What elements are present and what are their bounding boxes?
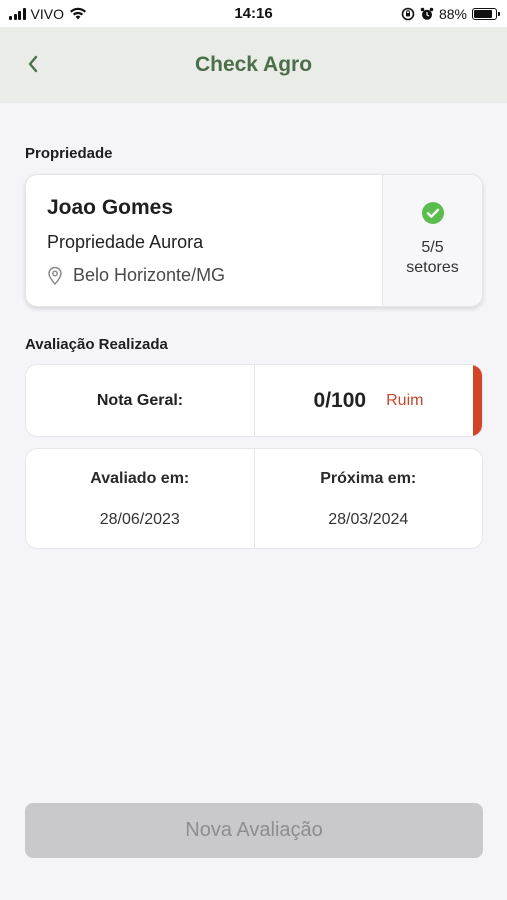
property-section-label: Propriedade bbox=[25, 145, 113, 162]
evaluated-date: 28/06/2023 bbox=[99, 511, 180, 528]
property-location: Belo Horizonte/MG bbox=[47, 265, 382, 286]
next-date-column: Próxima em: 28/03/2024 bbox=[253, 449, 483, 548]
sectors-summary: 5/5 setores bbox=[382, 175, 482, 306]
score-rating: Ruim bbox=[386, 391, 424, 409]
status-bar-right: 88% bbox=[401, 5, 500, 22]
location-text: Belo Horizonte/MG bbox=[73, 265, 226, 285]
battery-level bbox=[474, 9, 493, 18]
next-label: Próxima em: bbox=[320, 470, 417, 487]
sectors-label: setores bbox=[406, 259, 459, 276]
check-circle-icon bbox=[421, 202, 444, 224]
signal-icon bbox=[9, 7, 26, 20]
evaluated-date-column: Avaliado em: 28/06/2023 bbox=[26, 449, 254, 548]
status-bar-left: VIVO bbox=[9, 6, 87, 22]
status-bar: VIVO 14:16 88% bbox=[0, 0, 507, 27]
alarm-icon bbox=[420, 7, 434, 20]
chevron-left-icon bbox=[28, 55, 38, 73]
property-card[interactable]: Joao Gomes Propriedade Aurora Belo Horiz… bbox=[25, 174, 483, 307]
property-name: Propriedade Aurora bbox=[47, 232, 204, 252]
app-header: Check Agro bbox=[0, 27, 507, 103]
score-card: Nota Geral: 0/100 Ruim bbox=[25, 364, 483, 437]
carrier-name: VIVO bbox=[30, 5, 64, 22]
map-pin-icon bbox=[47, 266, 63, 285]
lock-rotation-icon bbox=[401, 7, 415, 20]
evaluation-section-label: Avaliação Realizada bbox=[25, 336, 168, 353]
page-title: Check Agro bbox=[194, 53, 313, 76]
sectors-count: 5/5 bbox=[421, 239, 444, 256]
back-button[interactable] bbox=[18, 49, 48, 79]
dates-card: Avaliado em: 28/06/2023 Próxima em: 28/0… bbox=[25, 448, 483, 549]
property-owner: Joao Gomes bbox=[47, 196, 174, 219]
score-value: 0/100 bbox=[313, 388, 367, 412]
score-result: 0/100 Ruim bbox=[255, 365, 482, 436]
score-label: Nota Geral: bbox=[26, 365, 255, 436]
property-info: Joao Gomes Propriedade Aurora Belo Horiz… bbox=[26, 175, 382, 306]
wifi-icon bbox=[69, 7, 86, 20]
battery-icon bbox=[472, 7, 500, 20]
evaluated-label: Avaliado em: bbox=[90, 470, 190, 487]
new-evaluation-button[interactable]: Nova Avaliação bbox=[25, 803, 483, 858]
battery-percent: 88% bbox=[438, 5, 467, 22]
rating-indicator-bar bbox=[473, 365, 482, 436]
next-date: 28/03/2024 bbox=[328, 511, 409, 528]
